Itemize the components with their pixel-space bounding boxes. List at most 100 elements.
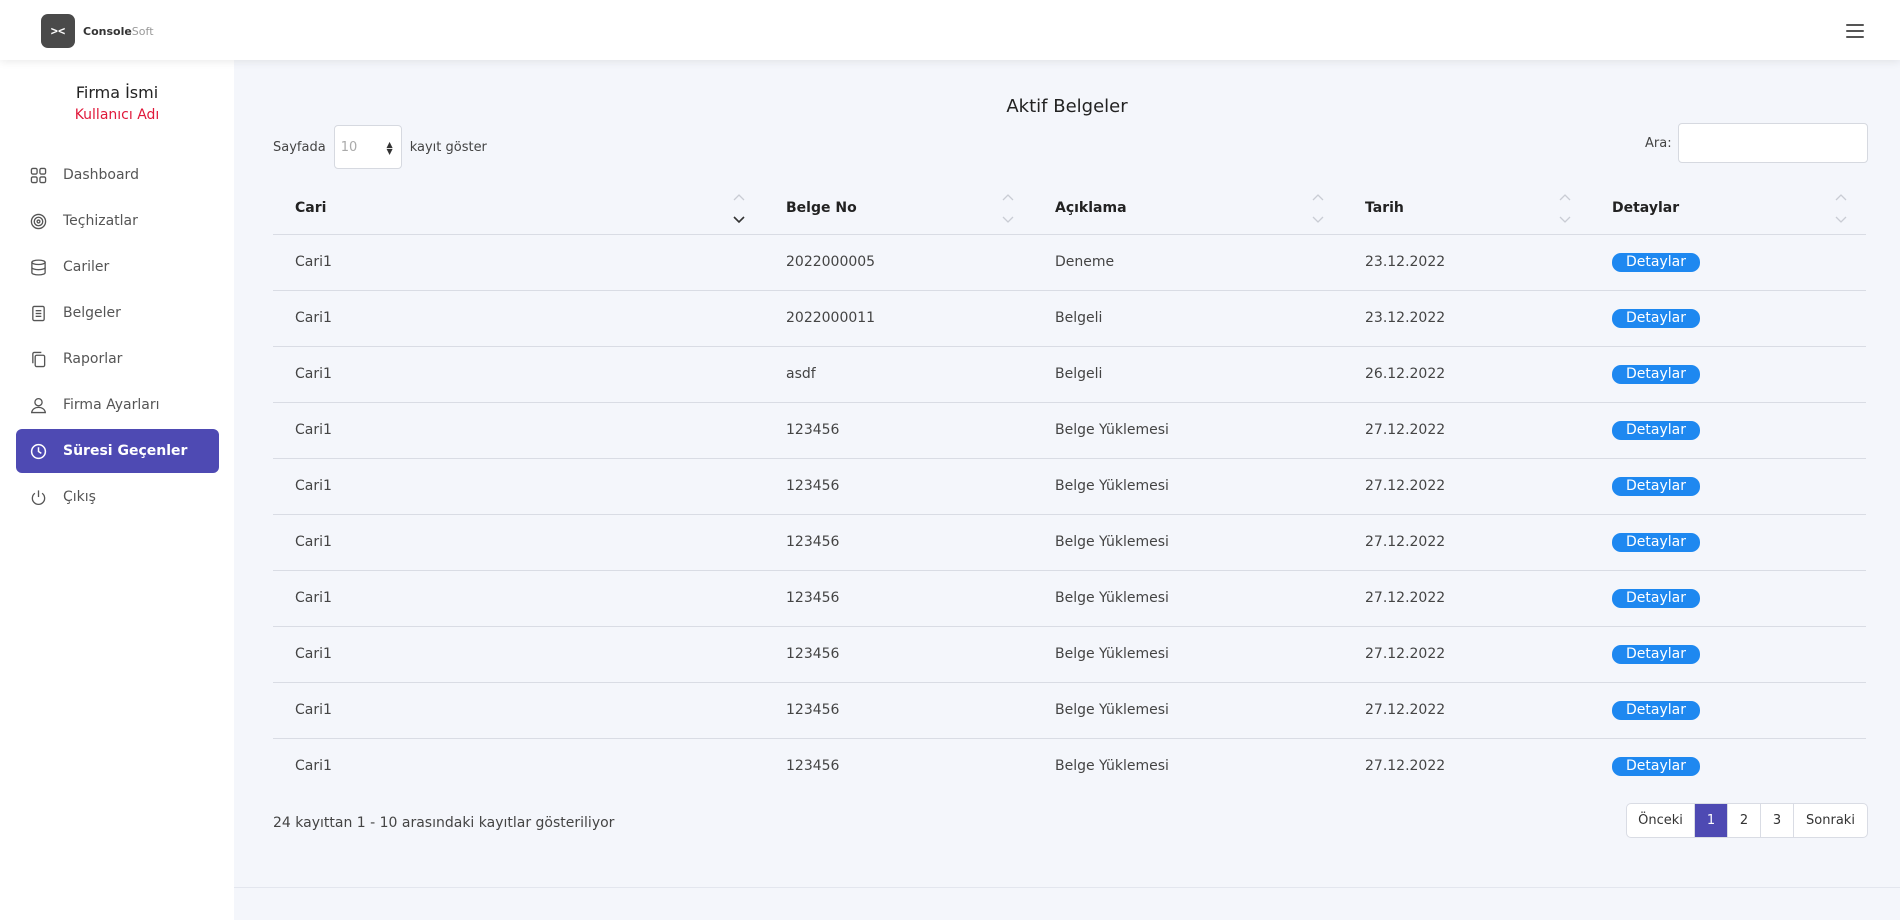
details-button[interactable]: Detaylar <box>1612 252 1700 272</box>
sidebar-item-label: Belgeler <box>63 305 121 321</box>
sidebar-item-label: Raporlar <box>63 351 123 367</box>
details-button[interactable]: Detaylar <box>1612 308 1700 328</box>
cell-belge-no: 123456 <box>764 682 1033 739</box>
page-length-select[interactable]: 10 ▲ ▼ <box>333 125 402 169</box>
cell-aciklama: Belge Yüklemesi <box>1033 570 1343 627</box>
cell-aciklama: Belge Yüklemesi <box>1055 758 1169 775</box>
cell-belge-no: 123456 <box>764 514 1033 571</box>
length-suffix: kayıt göster <box>409 139 487 155</box>
table-row: Cari1 123456 Belge Yüklemesi 27.12.2022 Deta… <box>273 570 1866 627</box>
pagination: Önceki 1 2 3 Sonraki <box>1626 803 1868 838</box>
sidebar-item-label: Teçhizatlar <box>63 213 138 229</box>
cell-belge-no: 2022000005 <box>764 234 1033 291</box>
cell-cari: Cari1 <box>273 682 764 739</box>
cell-tarih: 27.12.2022 <box>1343 682 1590 739</box>
cell-aciklama: Belge Yüklemesi <box>1033 402 1343 459</box>
select-arrows-icon: ▲ ▼ <box>386 140 393 156</box>
cell-belge-no: 2022000011 <box>764 290 1033 347</box>
column-header-belge-no[interactable]: Belge No <box>764 182 1033 235</box>
cell-tarih: 27.12.2022 <box>1343 626 1590 683</box>
cell-detaylar: Detaylar <box>1590 682 1866 739</box>
search-input[interactable] <box>1677 123 1868 163</box>
sidebar-item-label: Firma Ayarları <box>63 397 160 413</box>
cell-tarih: 27.12.2022 <box>1343 570 1590 627</box>
sort-icon <box>733 194 745 224</box>
sidebar-item-label: Dashboard <box>63 167 139 183</box>
cell-detaylar: Detaylar <box>1590 290 1866 347</box>
details-button[interactable]: Detaylar <box>1612 756 1700 776</box>
cell-belge-no: 123456 <box>764 626 1033 683</box>
details-button[interactable]: Detaylar <box>1612 644 1700 664</box>
details-button[interactable]: Detaylar <box>1612 700 1700 720</box>
logo-icon: >< <box>41 14 75 48</box>
column-header-detaylar[interactable]: Detaylar <box>1590 182 1866 235</box>
cell-aciklama: Belge Yüklemesi <box>1033 626 1343 683</box>
table-row: Cari1 2022000011 Belgeli 23.12.2022 Detaylar <box>273 290 1866 347</box>
details-button[interactable]: Detaylar <box>1612 364 1700 384</box>
length-prefix: Sayfada <box>273 139 326 155</box>
sort-icon <box>1002 194 1014 223</box>
details-button[interactable]: Detaylar <box>1612 420 1700 440</box>
cell-cari: Cari1 <box>273 570 764 627</box>
cell-tarih: 23.12.2022 <box>1343 234 1590 291</box>
logo[interactable]: >< ConsoleSoft <box>41 14 154 48</box>
cell-cari: Cari1 <box>273 514 764 571</box>
cell-aciklama: Deneme <box>1033 234 1343 291</box>
column-header-cari[interactable]: Cari <box>273 182 764 235</box>
sort-icon <box>1835 194 1847 223</box>
search-control: Ara: <box>1645 123 1868 163</box>
cell-cari: Cari1 <box>273 346 764 403</box>
page-1-button[interactable]: 1 <box>1695 804 1728 837</box>
prev-page-button[interactable]: Önceki <box>1627 804 1695 837</box>
page-2-button[interactable]: 2 <box>1728 804 1761 837</box>
power-icon <box>31 489 46 505</box>
cell-cari: Cari1 <box>273 626 764 683</box>
cell-tarih: 23.12.2022 <box>1343 290 1590 347</box>
column-header-tarih[interactable]: Tarih <box>1343 182 1590 235</box>
main-content: Aktif Belgeler Sayfada 10 ▲ ▼ kayıt göste… <box>234 60 1900 920</box>
cell-aciklama: Belgeli <box>1033 290 1343 347</box>
grid-icon <box>30 167 47 183</box>
details-button[interactable]: Detaylar <box>1612 532 1700 552</box>
menu-icon[interactable] <box>1846 24 1866 38</box>
cell-detaylar: Detaylar <box>1590 738 1866 794</box>
documents-table: Cari Belge No Açıklama Tarih Detaylar Ca… <box>273 182 1866 794</box>
cell-belge-no: 123456 <box>764 458 1033 515</box>
sidebar-item-belgeler[interactable]: Belgeler <box>16 291 219 335</box>
details-button[interactable]: Detaylar <box>1612 476 1700 496</box>
document-icon <box>32 305 45 321</box>
table-info: 24 kayıttan 1 - 10 arasındaki kayıtlar g… <box>273 815 615 831</box>
cell-tarih: 27.12.2022 <box>1343 458 1590 515</box>
sidebar-item-raporlar[interactable]: Raporlar <box>16 337 219 381</box>
copy-icon <box>32 351 46 367</box>
sidebar-item-firma-ayarlari[interactable]: Firma Ayarları <box>16 383 219 427</box>
sidebar-nav: Dashboard Teçhizatlar Cariler Belgeler R… <box>16 153 219 521</box>
footer-divider <box>234 887 1900 888</box>
table-row: Cari1 123456 Belge Yüklemesi 27.12.2022 Deta… <box>273 738 1866 794</box>
user-name: Kullanıcı Adı <box>74 107 160 123</box>
cell-cari: Cari1 <box>273 234 764 291</box>
sidebar-item-cikis[interactable]: Çıkış <box>16 475 219 519</box>
search-label: Ara: <box>1645 135 1672 151</box>
cell-detaylar: Detaylar <box>1590 458 1866 515</box>
sidebar-item-label: Cariler <box>63 259 110 275</box>
sidebar-item-suresi-gecenler[interactable]: Süresi Geçenler <box>16 429 219 473</box>
page-3-button[interactable]: 3 <box>1761 804 1794 837</box>
column-header-aciklama[interactable]: Açıklama <box>1033 182 1343 235</box>
cell-tarih: 26.12.2022 <box>1343 346 1590 403</box>
next-page-button[interactable]: Sonraki <box>1794 804 1867 837</box>
database-icon <box>31 258 46 276</box>
table-row: Cari1 2022000005 Deneme 23.12.2022 Detaylar <box>273 234 1866 291</box>
sidebar-item-dashboard[interactable]: Dashboard <box>16 153 219 197</box>
cell-cari: Cari1 <box>273 402 764 459</box>
table-row: Cari1 123456 Belge Yüklemesi 27.12.2022 Deta… <box>273 682 1866 739</box>
cell-detaylar: Detaylar <box>1590 514 1866 571</box>
cell-belge-no: 123456 <box>764 570 1033 627</box>
cell-tarih: 27.12.2022 <box>1343 402 1590 459</box>
cell-belge-no: asdf <box>764 346 1033 403</box>
sidebar-item-cariler[interactable]: Cariler <box>16 245 219 289</box>
sidebar-item-techizatlar[interactable]: Teçhizatlar <box>16 199 219 243</box>
cell-aciklama: Belge Yüklemesi <box>1033 458 1343 515</box>
table-header-row: Cari Belge No Açıklama Tarih Detaylar <box>273 182 1866 235</box>
details-button[interactable]: Detaylar <box>1612 588 1700 608</box>
